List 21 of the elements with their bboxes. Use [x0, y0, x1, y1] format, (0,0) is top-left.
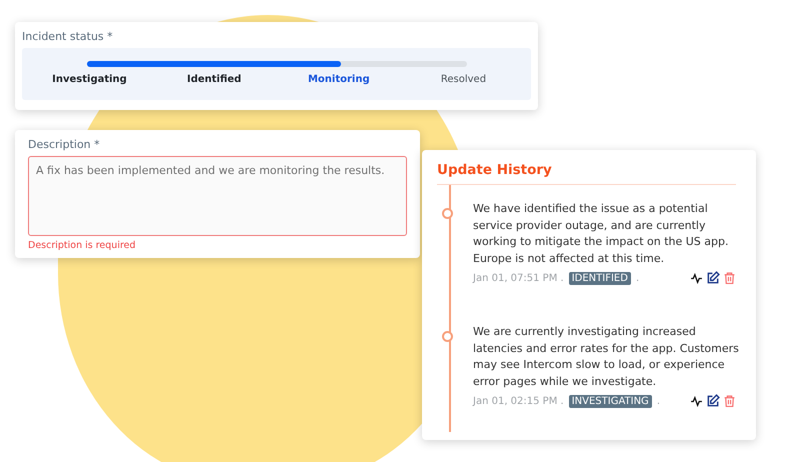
timestamp: Jan 01, 02:15 PM . [473, 396, 564, 406]
card-title: Update History [437, 162, 736, 185]
edit-icon[interactable] [706, 394, 720, 408]
timestamp: Jan 01, 07:51 PM . [473, 272, 564, 284]
separator-text: . [656, 396, 660, 406]
status-badge: INVESTIGATING [568, 394, 652, 408]
activity-icon[interactable] [690, 394, 703, 408]
activity-icon[interactable] [690, 272, 703, 284]
update-text: We are currently investigating increased latencies and error rates for the app. Customers may see Intercom slow to load, or experience error pages while we investigate. [473, 324, 740, 390]
description-field[interactable]: A fix has been implemented and we are monitoring the results. [28, 156, 407, 236]
edit-icon[interactable] [706, 271, 720, 285]
status-step[interactable]: Identified [166, 74, 262, 85]
field-label: Description * [28, 138, 101, 151]
status-badge: IDENTIFIED [568, 272, 631, 284]
update-text: We have identified the issue as a potential service provider outage, and are currently working to mitigate the impact on the US app. Europe is not affected at this time. [473, 201, 730, 266]
error-message: Description is required [28, 240, 137, 251]
status-step[interactable]: Investigating [42, 74, 138, 85]
field-label: Incident status * [22, 30, 114, 43]
status-step[interactable]: Monitoring [290, 74, 387, 85]
separator-text: . [636, 272, 640, 284]
status-step[interactable]: Resolved [415, 74, 512, 85]
